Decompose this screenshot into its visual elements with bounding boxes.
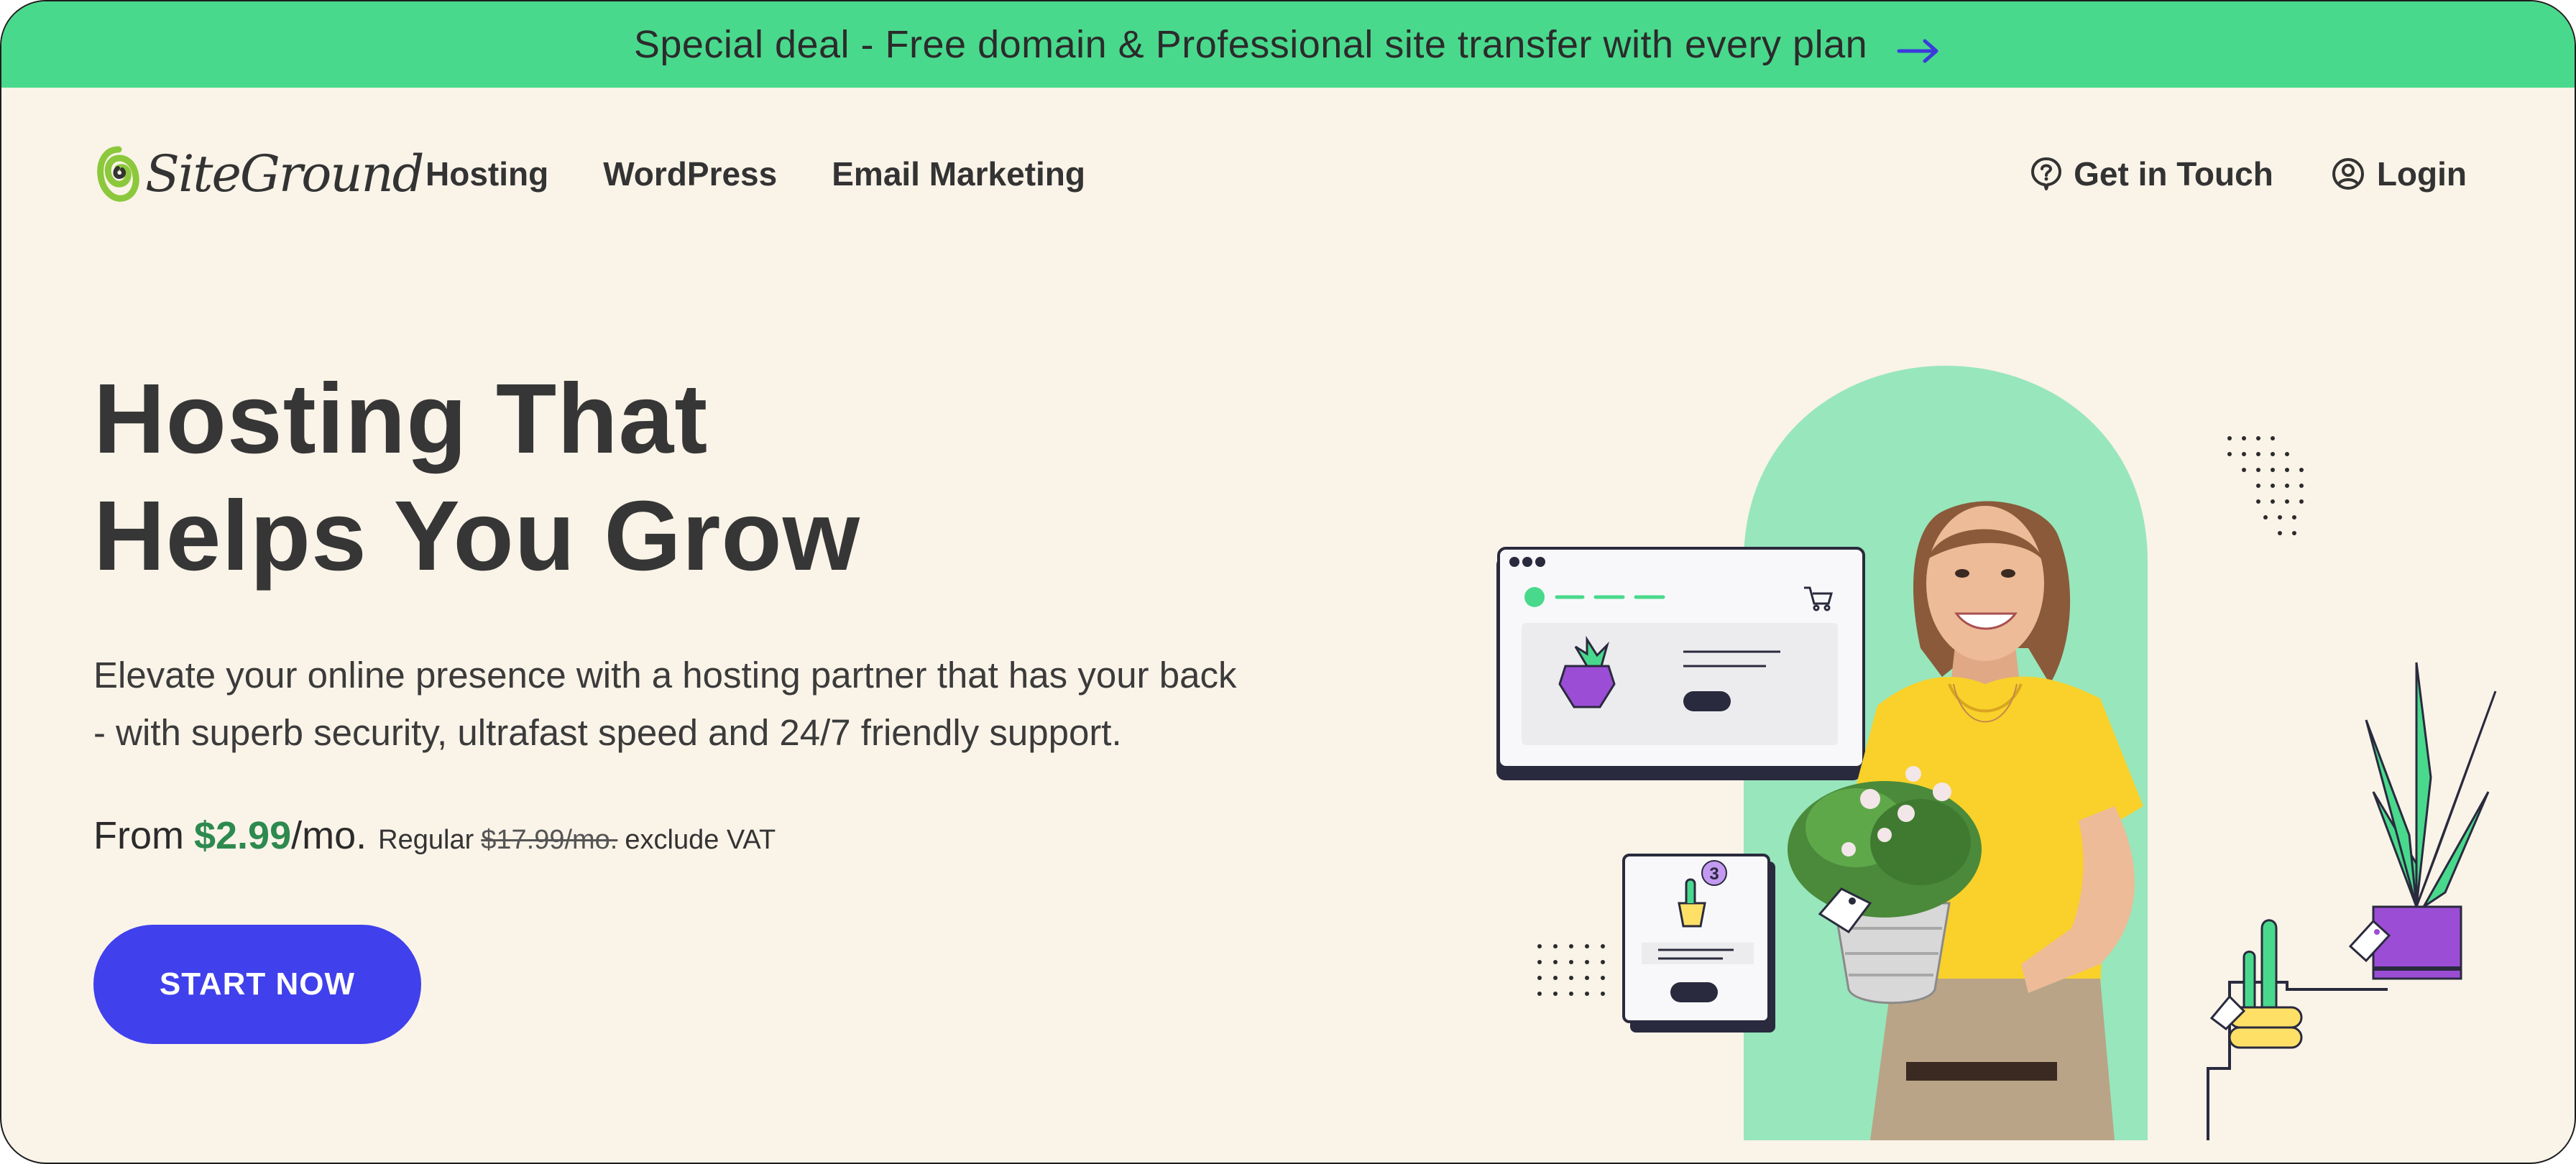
logo-wordmark: SiteGround bbox=[145, 144, 424, 203]
start-now-button[interactable]: START NOW bbox=[93, 925, 421, 1044]
price-from-label: From bbox=[93, 814, 184, 857]
promo-banner[interactable]: Special deal - Free domain & Professiona… bbox=[1, 1, 2575, 88]
user-circle-icon bbox=[2332, 158, 2364, 190]
price-unit: /mo. bbox=[291, 814, 367, 857]
hero-subtitle-line-1: Elevate your online presence with a host… bbox=[93, 655, 1237, 696]
nav-link-wordpress[interactable]: WordPress bbox=[603, 154, 777, 193]
hero-subtitle: Elevate your online presence with a host… bbox=[93, 647, 1459, 762]
nav-links: Hosting WordPress Email Marketing bbox=[426, 138, 1140, 210]
dot-pattern-left bbox=[1537, 944, 1605, 996]
promo-banner-text: Special deal - Free domain & Professiona… bbox=[633, 23, 1868, 66]
hero-title-line-1: Hosting That bbox=[93, 364, 709, 474]
nav-link-email-marketing[interactable]: Email Marketing bbox=[832, 154, 1085, 193]
cart-badge-count: 3 bbox=[1709, 864, 1719, 884]
price-amount: $2.99 bbox=[193, 814, 292, 857]
login-label: Login bbox=[2376, 155, 2467, 193]
help-bubble-icon bbox=[2031, 157, 2062, 190]
nav-actions: Get in Touch Login bbox=[1973, 138, 2467, 210]
get-in-touch-label: Get in Touch bbox=[2074, 155, 2273, 193]
siteground-logo-icon bbox=[97, 146, 139, 202]
browser-card bbox=[1496, 547, 1865, 780]
price-line: From $2.99 /mo. Regular $17.99/mo. exclu… bbox=[93, 813, 776, 871]
dot-pattern-top bbox=[2227, 436, 2304, 535]
regular-price: $17.99/mo. bbox=[481, 825, 618, 855]
get-in-touch-link[interactable]: Get in Touch bbox=[2030, 154, 2273, 193]
hero-title-line-2: Helps You Grow bbox=[93, 481, 861, 591]
page-frame: Special deal - Free domain & Professiona… bbox=[0, 0, 2576, 1164]
product-card: 3 bbox=[1622, 854, 1775, 1033]
vat-note: exclude VAT bbox=[625, 825, 776, 855]
hero-title: Hosting That Helps You Grow bbox=[93, 361, 1028, 595]
login-link[interactable]: Login bbox=[2331, 154, 2467, 193]
right-plant-stand bbox=[2207, 662, 2497, 1140]
hero-subtitle-line-2: - with superb security, ultrafast speed … bbox=[93, 712, 1122, 753]
main-nav: SiteGround Hosting WordPress Email Marke… bbox=[1, 138, 2575, 210]
nav-link-hosting[interactable]: Hosting bbox=[426, 154, 548, 193]
regular-price-label: Regular bbox=[378, 825, 474, 855]
arrow-right-icon bbox=[1896, 30, 1942, 63]
hero-illustration: 3 bbox=[1496, 366, 2497, 1140]
siteground-logo[interactable]: SiteGround bbox=[96, 138, 424, 210]
